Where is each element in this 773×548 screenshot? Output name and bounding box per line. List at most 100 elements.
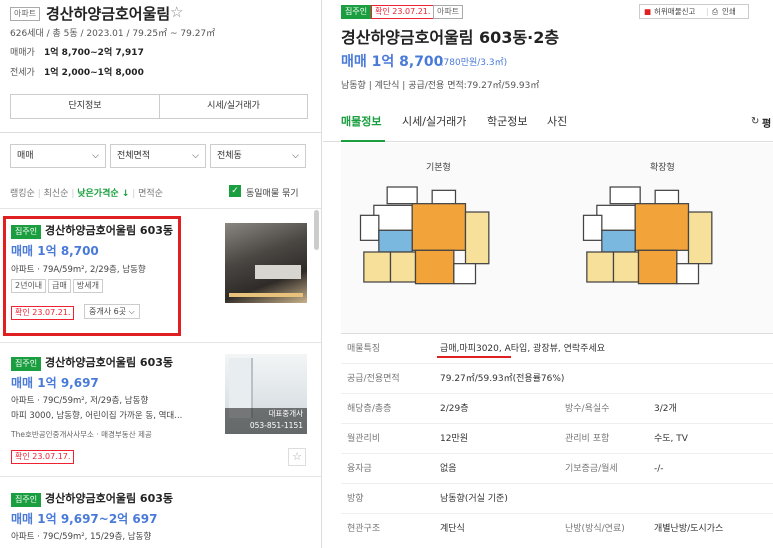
floorplan-basic-image[interactable]	[343, 182, 513, 292]
row-key: 해당층/총층	[347, 404, 392, 414]
jeonse-label: 전세가	[10, 68, 35, 78]
print-icon: ⎙	[712, 7, 718, 16]
row-value: 남동향(거실 기준)	[440, 494, 508, 504]
siren-icon: ■	[644, 7, 652, 16]
row-value: 없음	[440, 464, 457, 474]
refresh-icon[interactable]: ↻	[751, 116, 759, 127]
table-row: 현관구조 계단식 난방(방식/연료) 개별난방/도시가스	[341, 514, 773, 544]
tab-school[interactable]: 학군정보	[487, 108, 527, 136]
listing-chips: 2년이내 급매 방세개	[11, 279, 105, 293]
sort-latest[interactable]: 최신순	[44, 189, 69, 199]
listing-desc: 마피 3000, 남동향, 어린이집 가까운 동, 역대...	[11, 411, 183, 421]
building-value: 전체동	[217, 151, 242, 161]
row-value: 2/29층	[440, 404, 469, 414]
plan-basic-label: 기본형	[426, 163, 451, 173]
checkbox-checked-icon[interactable]: ✓	[229, 185, 241, 197]
sort-low-price[interactable]: 낮은가격순 ↓	[77, 189, 129, 199]
trade-type-value: 매매	[17, 151, 34, 161]
listing-price: 매매 1억 9,697~2억 697	[11, 512, 158, 526]
row-key: 관리비 포함	[565, 434, 610, 444]
table-row: 융자금 없음 기보증금/월세 -/-	[341, 454, 773, 484]
owner-badge: 집주인	[11, 225, 42, 239]
row-value: -/-	[654, 464, 664, 474]
sort-bar: 랭킹순 | 최신순 | 낮은가격순 ↓ | 면적순	[10, 189, 163, 199]
listing-spec: 아파트 · 79A/59m², 2/29층, 남동향	[11, 265, 146, 275]
row-key: 기보증금/월세	[565, 464, 618, 474]
tab-listing-info[interactable]: 매물정보	[341, 108, 381, 136]
table-row: 방향 남동향(거실 기준)	[341, 484, 773, 514]
row-value: 급매,마피3020, A타입, 광장뷰, 연락주세요	[440, 344, 606, 354]
plan-ext-label: 확장형	[650, 163, 675, 173]
thumb-overlay-text: 대표중개사 053-851-1151	[225, 408, 307, 434]
row-value: 개별난방/도시가스	[654, 524, 724, 534]
detail-summary: 남동향 | 계단식 | 공급/전용 면적:79.27㎡/59.93㎡	[341, 81, 540, 91]
star-icon[interactable]: ☆	[170, 3, 183, 21]
floorplan-extended-image[interactable]	[566, 182, 736, 292]
row-key: 현관구조	[347, 524, 381, 534]
chevron-down-icon: ⌵	[128, 307, 135, 316]
bed-shape	[255, 265, 301, 279]
row-key: 방수/욕실수	[565, 404, 610, 414]
chevron-down-icon: ⌵	[292, 151, 299, 161]
tab-photos[interactable]: 사진	[547, 108, 567, 136]
tab-price[interactable]: 시세/실거래가	[402, 108, 466, 136]
row-value: 3/2개	[654, 404, 677, 414]
confirm-date: 확인 23.07.21.	[371, 5, 435, 19]
report-button[interactable]: 허위매물신고	[654, 5, 695, 18]
row-value: 12만원	[440, 434, 469, 444]
listing-title[interactable]: 경산하양금호어울림 603동	[45, 490, 173, 506]
agents-dropdown[interactable]: 중개사 6곳 ⌵	[84, 304, 140, 319]
listing-photo[interactable]	[225, 223, 307, 303]
type-tag: 아파트	[10, 7, 41, 21]
building-select[interactable]: 전체동 ⌵	[210, 144, 306, 168]
tab-bar: 매물정보 시세/실거래가 학군정보 사진 ↻ 평	[323, 108, 773, 142]
complex-info-button[interactable]: 단지정보	[10, 94, 160, 119]
listing-title[interactable]: 경산하양금호어울림 603동	[45, 354, 173, 370]
confirm-date: 확인 23.07.17.	[11, 450, 75, 464]
sort-ranking[interactable]: 랭킹순	[10, 189, 35, 199]
favorite-star-icon[interactable]: ☆	[288, 448, 306, 466]
listing-spec: 아파트 · 79C/59m², 15/29층, 남동향	[11, 532, 152, 542]
sale-value: 1억 8,700~2억 7,917	[44, 48, 144, 58]
detail-title: 경산하양금호어울림 603동·2층	[341, 28, 560, 47]
table-row: 매물특징 급매,마피3020, A타입, 광장뷰, 연락주세요	[341, 334, 773, 364]
type-tag: 아파트	[433, 5, 464, 19]
row-key: 월관리비	[347, 434, 381, 444]
listing-item[interactable]: 집주인 경산하양금호어울림 603동 매매 1억 9,697 아파트 · 79C…	[0, 343, 321, 477]
detail-price-per: (780만원/3.3㎡)	[440, 58, 508, 68]
table-row: 해당층/총층 2/29층 방수/욕실수 3/2개	[341, 394, 773, 424]
area-unit-toggle[interactable]: 평	[762, 115, 771, 130]
listing-item[interactable]: 집주인 경산하양금호어울림 603동 매매 1억 9,697~2억 697 아파…	[0, 477, 321, 548]
row-key: 융자금	[347, 464, 372, 474]
row-key: 공급/전용면적	[347, 374, 400, 384]
price-history-button[interactable]: 시세/실거래가	[159, 94, 308, 119]
trade-type-select[interactable]: 매매 ⌵	[10, 144, 106, 168]
row-value: 수도, TV	[654, 434, 688, 444]
divider	[0, 132, 321, 133]
jeonse-value: 1억 2,000~1억 8,000	[44, 68, 144, 78]
listing-title[interactable]: 경산하양금호어울림 603동	[45, 222, 173, 238]
area-value: 전체면적	[117, 151, 151, 161]
print-button[interactable]: 인쇄	[722, 5, 736, 18]
active-tab-indicator	[341, 140, 385, 142]
owner-badge: 집주인	[11, 357, 42, 371]
owner-badge: 집주인	[11, 493, 42, 507]
row-value: 79.27㎡/59.93㎡(전용률76%)	[440, 374, 565, 384]
row-key: 매물특징	[347, 344, 381, 354]
chip: 방세개	[72, 279, 103, 293]
tool-box: ■ 허위매물신고 | ⎙ 인쇄	[639, 4, 749, 19]
table-row: 공급/전용면적 79.27㎡/59.93㎡(전용률76%)	[341, 364, 773, 394]
area-select[interactable]: 전체면적 ⌵	[110, 144, 206, 168]
same-listing-label: 동일매물 묶기	[246, 189, 299, 199]
complex-meta: 626세대 / 총 5동 / 2023.01 / 79.25㎡ ~ 79.27㎡	[10, 29, 216, 39]
chip: 2년이내	[11, 279, 47, 293]
listing-price: 매매 1억 9,697	[11, 376, 99, 390]
complex-name: 경산하양금호어울림	[46, 5, 171, 23]
sort-area[interactable]: 면적순	[138, 189, 163, 199]
listing-item[interactable]: 집주인 경산하양금호어울림 603동 매매 1억 8,700 아파트 · 79A…	[0, 209, 321, 343]
detail-panel: 집주인 확인 23.07.21. 아파트 ■ 허위매물신고 | ⎙ 인쇄 경산하…	[323, 0, 773, 548]
listing-panel: 아파트 경산하양금호어울림 ☆ 626세대 / 총 5동 / 2023.01 /…	[0, 0, 322, 548]
owner-badge: 집주인	[341, 5, 372, 19]
row-value: 계단식	[440, 524, 465, 534]
listing-photo[interactable]: 대표중개사 053-851-1151	[225, 354, 307, 434]
